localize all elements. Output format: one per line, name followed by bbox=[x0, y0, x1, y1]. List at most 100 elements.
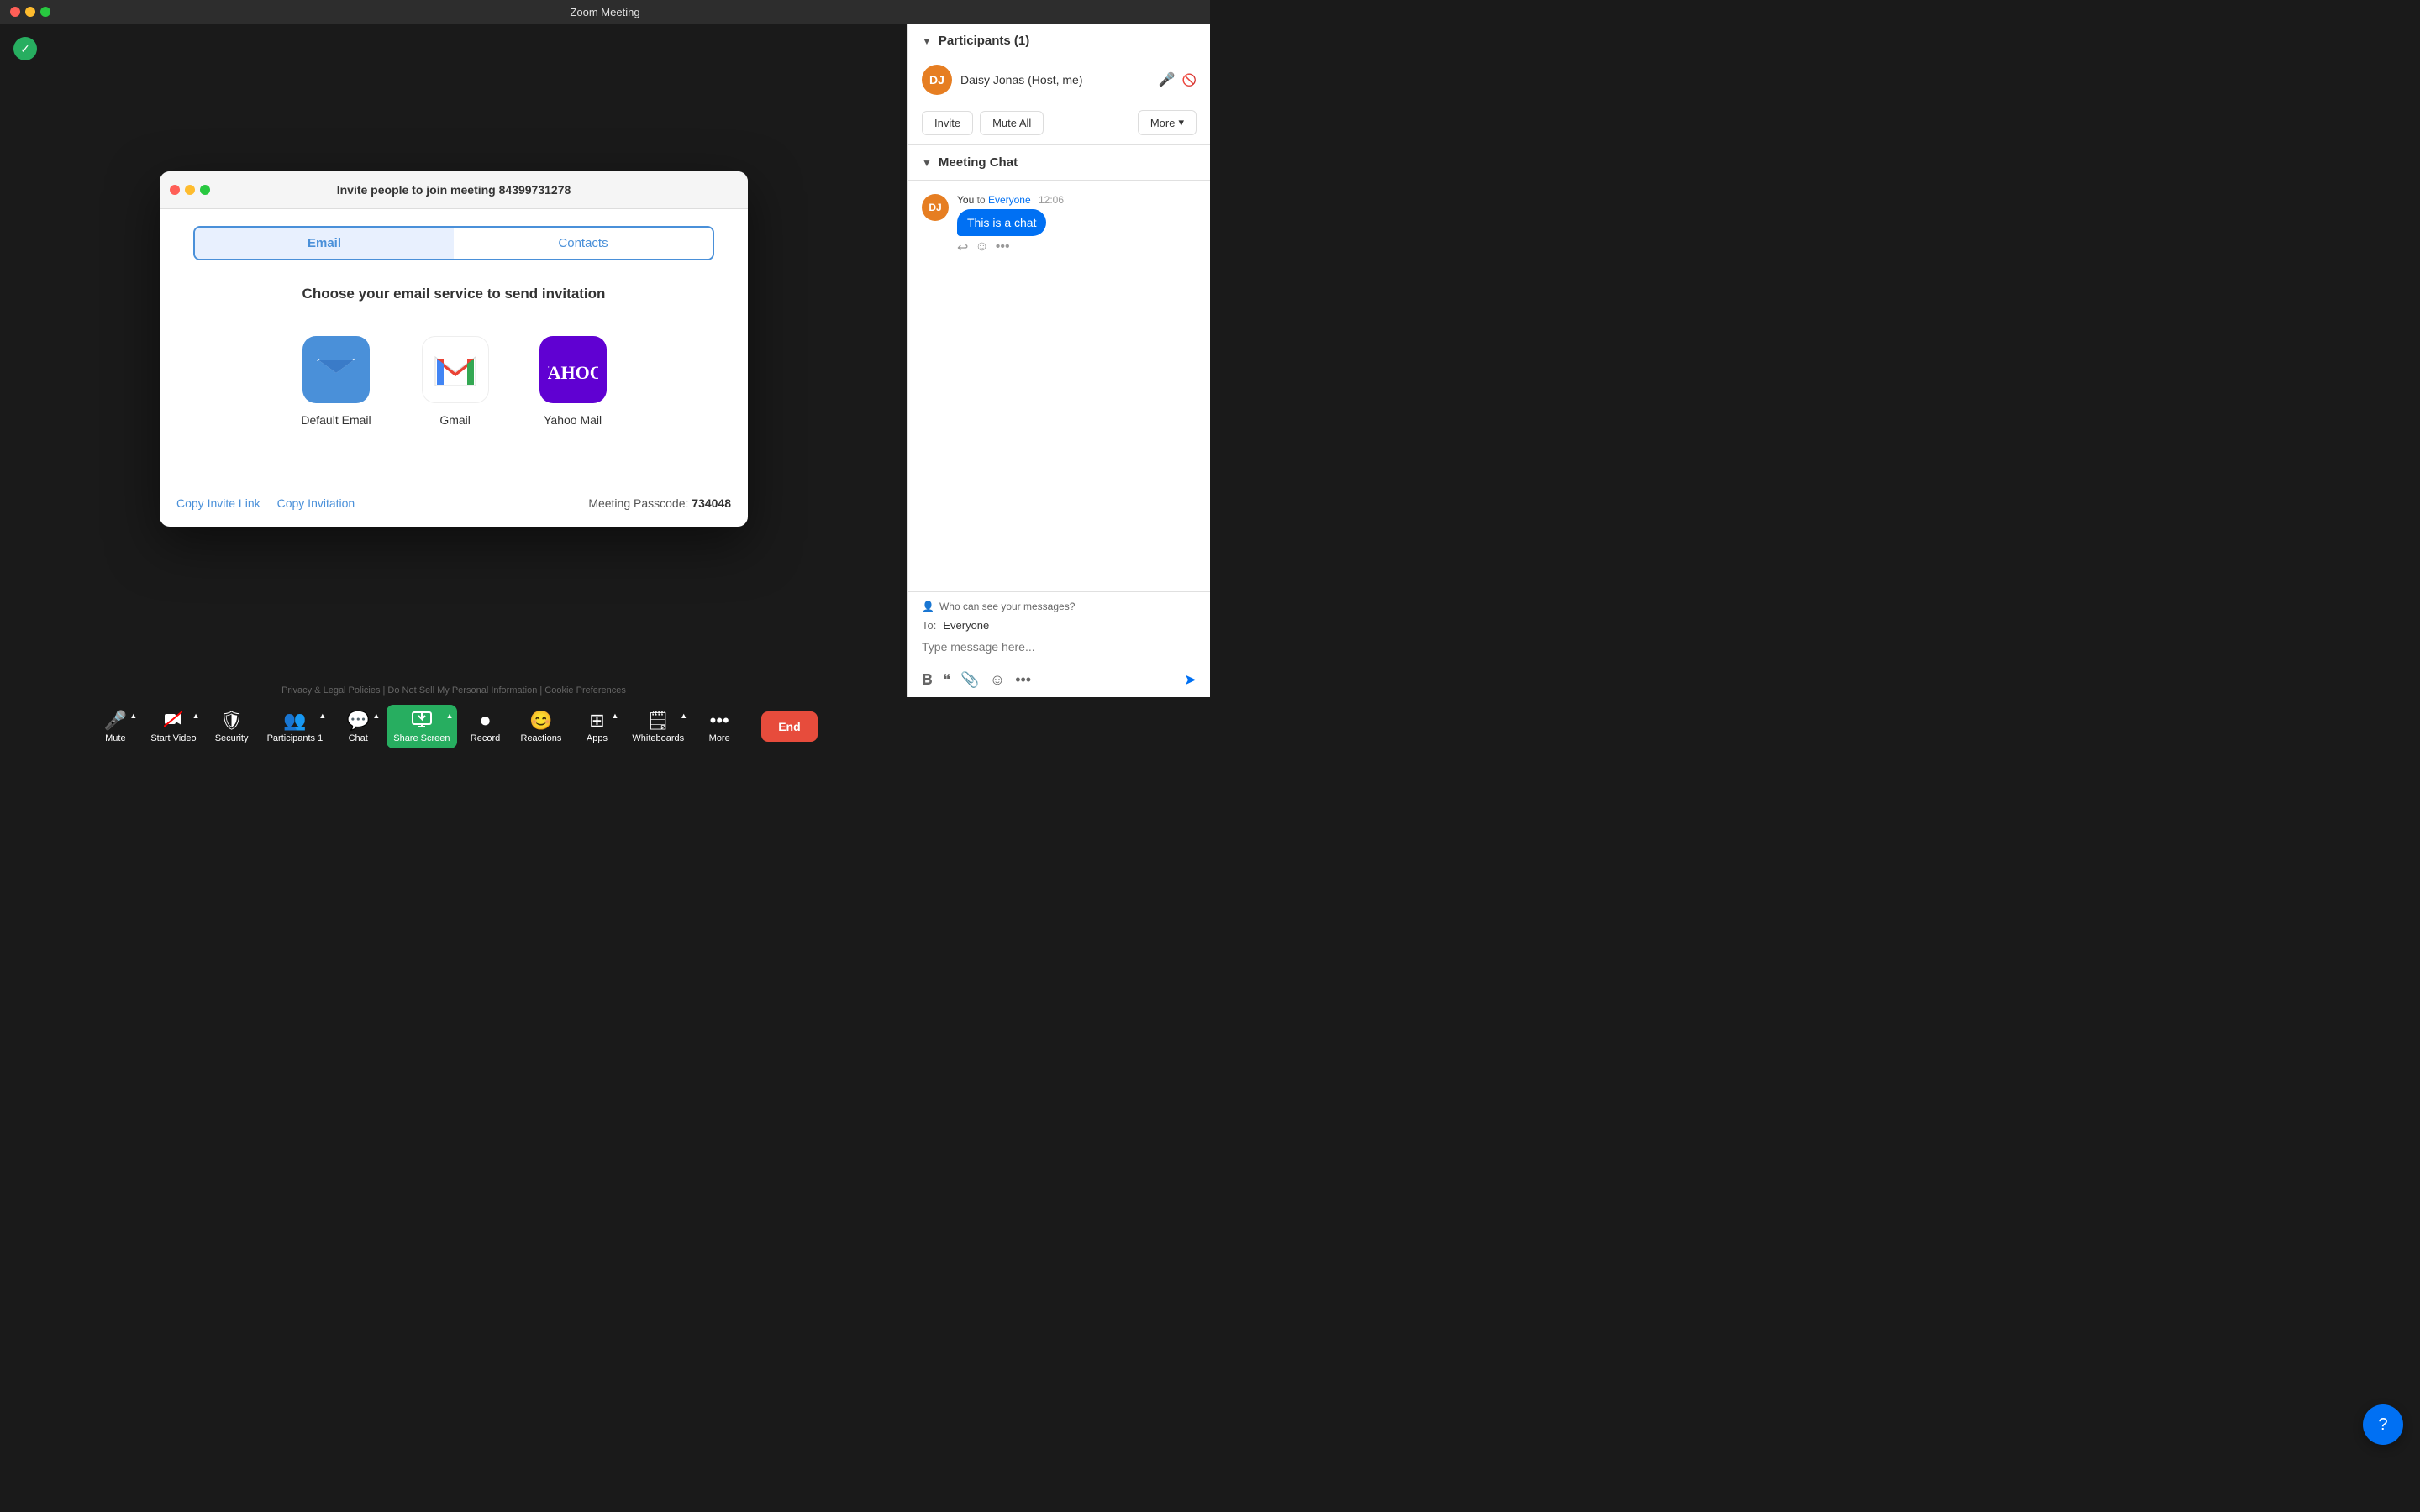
toolbar-apps[interactable]: ⊞ ▲ Apps bbox=[571, 705, 622, 748]
passcode-label: Meeting Passcode: bbox=[588, 496, 688, 510]
video-label: Start Video bbox=[150, 733, 196, 743]
service-yahoo-mail[interactable]: YAHOO! Yahoo Mail bbox=[539, 336, 607, 427]
participants-panel: ▼ Participants (1) DJ Daisy Jonas (Host,… bbox=[908, 24, 1210, 145]
avatar: DJ bbox=[922, 65, 952, 95]
participants-collapse-icon[interactable]: ▼ bbox=[922, 35, 932, 47]
modal-maximize-button[interactable] bbox=[200, 185, 210, 195]
copy-invitation-button[interactable]: Copy Invitation bbox=[277, 496, 355, 510]
participants-header: ▼ Participants (1) bbox=[908, 24, 1210, 58]
participants-icon: 👥 bbox=[283, 710, 306, 732]
yahoo-mail-label: Yahoo Mail bbox=[544, 413, 602, 427]
help-button[interactable]: ? bbox=[2363, 1404, 2403, 1445]
modal-title-bar: Invite people to join meeting 8439973127… bbox=[160, 171, 748, 209]
toolbar-participants[interactable]: 👥 ▲ Participants 1 bbox=[260, 705, 330, 748]
apps-arrow-icon: ▲ bbox=[612, 711, 619, 720]
chat-collapse-icon[interactable]: ▼ bbox=[922, 157, 932, 169]
visibility-text: Who can see your messages? bbox=[939, 601, 1075, 612]
message-sender: You bbox=[957, 194, 974, 206]
toolbar-mute[interactable]: 🎤 ▲ Mute bbox=[90, 705, 140, 748]
security-label: Security bbox=[215, 733, 249, 743]
toolbar-reactions[interactable]: 😊 Reactions bbox=[514, 705, 569, 748]
quote-icon[interactable]: ❝ bbox=[943, 671, 951, 689]
chat-panel: ▼ Meeting Chat DJ You to Everyone 12:06 … bbox=[908, 145, 1210, 697]
mute-icon: 🎤 bbox=[104, 710, 127, 732]
chat-to-label: To: bbox=[922, 619, 936, 632]
toolbar-whiteboards[interactable]: 🗒 ▲ Whiteboards bbox=[625, 705, 691, 748]
invite-button[interactable]: Invite bbox=[922, 111, 973, 135]
toolbar-more[interactable]: ••• More bbox=[694, 705, 744, 748]
toolbar-share-screen[interactable]: ▲ Share Screen bbox=[387, 705, 456, 748]
chat-to-value: Everyone bbox=[943, 619, 989, 632]
modal-body: Email Contacts Choose your email service… bbox=[160, 209, 748, 486]
more-button[interactable]: More ▾ bbox=[1138, 110, 1197, 135]
whiteboards-arrow-icon: ▲ bbox=[680, 711, 687, 720]
send-icon[interactable]: ➤ bbox=[1184, 671, 1197, 689]
tab-email[interactable]: Email bbox=[195, 228, 454, 259]
service-default-email[interactable]: Default Email bbox=[301, 336, 371, 427]
more-label: More bbox=[709, 733, 730, 743]
toolbar-security[interactable]: 🛡 Security bbox=[207, 705, 257, 748]
modal-window-controls[interactable] bbox=[170, 185, 210, 195]
right-sidebar: ▼ Participants (1) DJ Daisy Jonas (Host,… bbox=[908, 24, 1210, 697]
message-avatar: DJ bbox=[922, 194, 949, 221]
mute-arrow-icon: ▲ bbox=[129, 711, 137, 720]
chat-arrow-icon: ▲ bbox=[372, 711, 380, 720]
message-content: You to Everyone 12:06 This is a chat ↩ ☺… bbox=[957, 194, 1197, 256]
mic-muted-icon: 🎤 bbox=[1159, 71, 1176, 88]
yahoo-icon: YAHOO! bbox=[539, 336, 607, 403]
email-services: Default Email bbox=[193, 336, 714, 427]
chat-visibility: 👤 Who can see your messages? bbox=[922, 601, 1197, 612]
copy-buttons: Copy Invite Link Copy Invitation bbox=[176, 496, 355, 510]
chat-panel-title: Meeting Chat bbox=[939, 155, 1018, 170]
participant-item: DJ Daisy Jonas (Host, me) 🎤 🚫 bbox=[908, 58, 1210, 102]
share-screen-arrow-icon: ▲ bbox=[446, 711, 454, 720]
passcode-value: 734048 bbox=[692, 496, 731, 510]
message-more-icon[interactable]: ••• bbox=[996, 239, 1010, 256]
format-bold-icon[interactable]: 𝐁 bbox=[922, 671, 933, 689]
chat-label: Chat bbox=[349, 733, 368, 743]
message-to-label: to bbox=[977, 194, 988, 206]
modal-close-button[interactable] bbox=[170, 185, 180, 195]
apps-icon: ⊞ bbox=[589, 710, 604, 732]
share-screen-icon bbox=[412, 710, 432, 732]
email-service-title: Choose your email service to send invita… bbox=[193, 286, 714, 302]
chat-icon: 💬 bbox=[347, 710, 370, 732]
message-to-everyone: Everyone bbox=[988, 194, 1031, 206]
end-button[interactable]: End bbox=[761, 711, 817, 742]
copy-invite-link-button[interactable]: Copy Invite Link bbox=[176, 496, 260, 510]
chat-toolbar: 𝐁 ❝ 📎 ☺ ••• ➤ bbox=[922, 664, 1197, 689]
passcode-area: Meeting Passcode: 734048 bbox=[588, 496, 731, 510]
video-arrow-icon: ▲ bbox=[192, 711, 200, 720]
invite-modal: Invite people to join meeting 8439973127… bbox=[160, 171, 748, 527]
tab-contacts[interactable]: Contacts bbox=[454, 228, 713, 259]
toolbar-start-video[interactable]: ▲ Start Video bbox=[144, 705, 203, 748]
reply-icon[interactable]: ↩ bbox=[957, 239, 968, 256]
modal-minimize-button[interactable] bbox=[185, 185, 195, 195]
emoji-icon[interactable]: ☺ bbox=[990, 671, 1005, 689]
gmail-label: Gmail bbox=[439, 413, 471, 427]
record-icon: ⏺ bbox=[481, 710, 490, 732]
whiteboards-icon: 🗒 bbox=[646, 710, 670, 732]
whiteboards-label: Whiteboards bbox=[632, 733, 684, 743]
chat-input-area: 👤 Who can see your messages? To: Everyon… bbox=[908, 591, 1210, 697]
react-icon[interactable]: ☺ bbox=[975, 239, 988, 256]
default-email-label: Default Email bbox=[301, 413, 371, 427]
chat-more-icon[interactable]: ••• bbox=[1015, 671, 1031, 689]
message-time: 12:06 bbox=[1039, 194, 1064, 206]
service-gmail[interactable]: Gmail bbox=[422, 336, 489, 427]
visibility-icon: 👤 bbox=[922, 601, 934, 612]
toolbar-chat[interactable]: 💬 ▲ Chat bbox=[333, 705, 383, 748]
mute-label: Mute bbox=[105, 733, 125, 743]
participants-label: Participants 1 bbox=[267, 733, 324, 743]
default-email-icon bbox=[302, 336, 370, 403]
chat-input[interactable] bbox=[922, 637, 1197, 657]
modal-title: Invite people to join meeting 8439973127… bbox=[337, 183, 571, 197]
video-icon bbox=[164, 710, 182, 732]
gmail-icon bbox=[422, 336, 489, 403]
chat-panel-header: ▼ Meeting Chat bbox=[908, 145, 1210, 181]
toolbar-record[interactable]: ⏺ Record bbox=[460, 705, 511, 748]
apps-label: Apps bbox=[587, 733, 608, 743]
attachment-icon[interactable]: 📎 bbox=[960, 671, 979, 689]
participant-icons: 🎤 🚫 bbox=[1159, 71, 1197, 88]
mute-all-button[interactable]: Mute All bbox=[980, 111, 1044, 135]
